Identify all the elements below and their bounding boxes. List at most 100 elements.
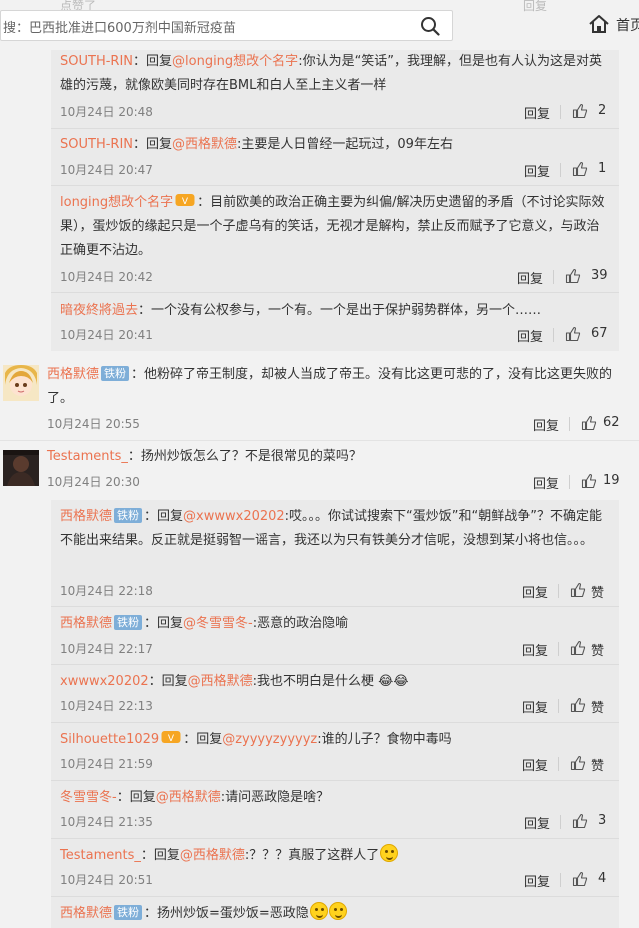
mention-link[interactable]: @xwwwx20202 (183, 509, 285, 524)
reply-text: xwwwx20202：回复@西格默德:我也不明白是什么梗 😂😂 (60, 670, 608, 694)
username-link[interactable]: 西格默德 (60, 616, 112, 631)
like-button-label[interactable]: 赞 (591, 582, 604, 601)
username-link[interactable]: 冬雪雪冬- (60, 790, 117, 805)
timestamp: 10月24日 21:35 (60, 815, 153, 829)
username-link[interactable]: 西格默德 (47, 367, 99, 382)
mention-link[interactable]: @longing想改个名字 (172, 54, 298, 69)
search-input[interactable]: 搜：巴西批准进口600万剂中国新冠疫苗 (3, 17, 236, 36)
thumbs-up-icon[interactable] (565, 268, 581, 284)
thumbs-up-icon[interactable] (572, 161, 588, 177)
home-label: 首页 (616, 18, 639, 34)
reply-button[interactable]: 回复 (524, 103, 550, 122)
username-link[interactable]: 西格默德 (60, 906, 112, 921)
action-divider (558, 699, 559, 713)
vip-badge-icon: V (161, 731, 181, 744)
reply-button[interactable]: 回复 (522, 582, 548, 601)
thumbs-up-icon[interactable] (572, 871, 588, 887)
vip-badge-icon: V (175, 194, 195, 207)
thumbs-up-icon[interactable] (572, 813, 588, 829)
reply-text: 西格默德 铁粉 ：回复@xwwwx20202:哎。。。你试试搜索下“蛋炒饭”和“朝鲜… (60, 505, 608, 553)
divider (51, 722, 619, 723)
svg-text:V: V (182, 197, 189, 207)
reply-button[interactable]: 回复 (533, 415, 559, 434)
reply-body: :主要是人日曾经一起玩过，09年左右 (237, 137, 453, 152)
username-link[interactable]: Testaments_ (60, 848, 141, 863)
timestamp: 10月24日 20:41 (60, 328, 153, 342)
ghost-text: 回复 (523, 0, 548, 13)
timestamp: 10月24日 20:30 (47, 475, 140, 489)
like-button-label[interactable]: 赞 (591, 640, 604, 659)
reply-button[interactable]: 回复 (533, 473, 559, 492)
action-divider (560, 163, 561, 177)
reply-text: 西格默德 铁粉 ：扬州炒饭=蛋炒饭=恶政隐 (60, 902, 608, 926)
home-link[interactable]: 首页 (588, 12, 639, 38)
thumbs-up-icon[interactable] (570, 755, 586, 771)
reply-button[interactable]: 回复 (524, 871, 550, 890)
action-divider (553, 270, 554, 284)
avatar[interactable] (3, 365, 39, 401)
reply-button[interactable]: 回复 (524, 813, 550, 832)
username-link[interactable]: 暗夜終將過去 (60, 303, 138, 318)
avatar-image (3, 450, 39, 486)
top-bar: 点赞了 回复 搜：巴西批准进口600万剂中国新冠疫苗 首页 (0, 0, 639, 50)
reply-button[interactable]: 回复 (524, 161, 550, 180)
username-link[interactable]: SOUTH-RIN (60, 137, 133, 152)
mention-link[interactable]: @西格默德 (172, 137, 237, 152)
thumbs-up-icon[interactable] (581, 473, 597, 489)
mention-link[interactable]: @西格默德 (188, 674, 253, 689)
smile-emoji-icon (380, 844, 399, 862)
thumbs-up-icon[interactable] (570, 582, 586, 598)
username-link[interactable]: Silhouette1029 (60, 732, 159, 747)
mention-link[interactable]: @西格默德 (156, 790, 221, 805)
reply-text: 暗夜終將過去：一个没有公权参与，一个有。一个是出于保护弱势群体，另一个…… (60, 299, 608, 323)
search-box[interactable]: 搜：巴西批准进口600万剂中国新冠疫苗 (0, 10, 453, 41)
reply-text: SOUTH-RIN：回复@longing想改个名字:你认为是“笑话”，我理解，但… (60, 50, 608, 98)
mention-link[interactable]: @zyyyyzyyyyz (222, 732, 317, 747)
reply-body: :恶意的政治隐喻 (252, 616, 349, 631)
reply-button[interactable]: 回复 (517, 326, 543, 345)
reply-body: :请问恶政隐是啥？ (220, 790, 330, 805)
like-count: 4 (598, 871, 607, 886)
thumbs-up-icon[interactable] (572, 103, 588, 119)
mention-link[interactable]: @冬雪雪冬- (183, 616, 253, 631)
reply-button[interactable]: 回复 (522, 640, 548, 659)
reply-prefix: ：回复 (144, 616, 184, 631)
thumbs-up-icon[interactable] (565, 326, 581, 342)
like-count: 1 (598, 161, 607, 176)
mention-link[interactable]: @西格默德 (180, 848, 245, 863)
username-link[interactable]: Testaments_ (47, 449, 128, 464)
reply-prefix: ：回复 (144, 509, 184, 524)
fan-badge: 铁粉 (114, 508, 143, 523)
reply-button[interactable]: 回复 (517, 268, 543, 287)
like-button-label[interactable]: 赞 (591, 755, 604, 774)
reply-button[interactable]: 回复 (522, 755, 548, 774)
timestamp: 10月24日 22:17 (60, 642, 153, 656)
action-divider (553, 328, 554, 342)
search-icon[interactable] (420, 16, 440, 36)
reply-text: 冬雪雪冬-：回复@西格默德:请问恶政隐是啥？ (60, 786, 608, 810)
reply-body: :谁的儿子？食物中毒吗 (317, 732, 452, 747)
action-divider (558, 584, 559, 598)
divider (51, 128, 619, 129)
username-link[interactable]: 西格默德 (60, 509, 112, 524)
username-link[interactable]: xwwwx20202 (60, 674, 149, 689)
reply-text: Silhouette1029 V ：回复@zyyyyzyyyyz:谁的儿子？食物中毒… (60, 728, 608, 752)
reply-prefix: ：回复 (116, 790, 156, 805)
thumbs-up-icon[interactable] (570, 697, 586, 713)
reply-text: Testaments_：回复@西格默德:？？？真服了这群人了 (60, 844, 608, 868)
divider (51, 606, 619, 607)
thumbs-up-icon[interactable] (581, 415, 597, 431)
like-count: 3 (598, 813, 607, 828)
avatar[interactable] (3, 450, 39, 486)
timestamp: 10月24日 20:47 (60, 163, 153, 177)
reply-button[interactable]: 回复 (522, 697, 548, 716)
fan-badge: 铁粉 (101, 366, 130, 381)
action-divider (560, 873, 561, 887)
home-icon (589, 15, 609, 33)
action-divider (558, 757, 559, 771)
username-link[interactable]: longing想改个名字 (60, 195, 173, 210)
username-link[interactable]: SOUTH-RIN (60, 54, 133, 69)
like-button-label[interactable]: 赞 (591, 697, 604, 716)
thumbs-up-icon[interactable] (570, 640, 586, 656)
reply-text: 西格默德 铁粉 ：回复@冬雪雪冬-:恶意的政治隐喻 (60, 612, 608, 636)
